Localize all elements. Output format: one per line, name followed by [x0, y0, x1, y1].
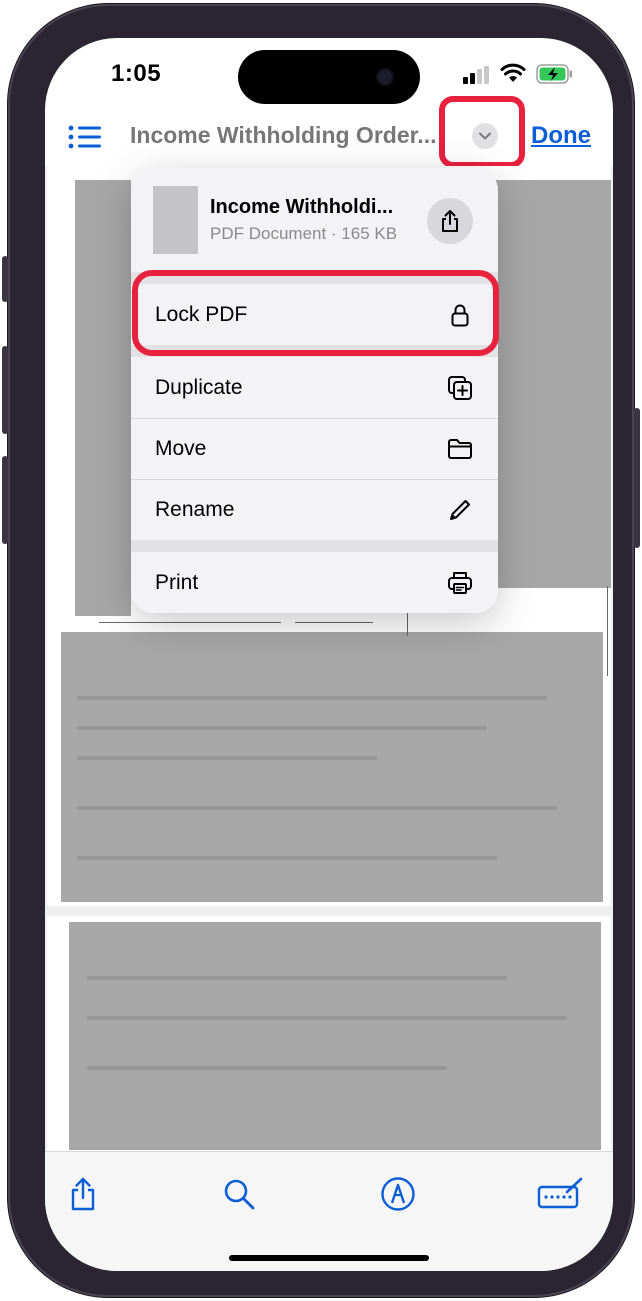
document-thumbnail — [153, 186, 198, 254]
power-button — [634, 408, 640, 548]
search-icon — [224, 1179, 255, 1210]
volume-down-button — [2, 456, 8, 544]
menu-item-label: Duplicate — [155, 375, 243, 399]
menu-item-rename[interactable]: Rename — [131, 479, 498, 540]
search-button[interactable] — [215, 1170, 263, 1218]
file-name: Income Withholdi... — [210, 196, 394, 218]
camera-icon — [378, 70, 392, 84]
chevron-highlight — [439, 96, 525, 168]
dynamic-island — [238, 50, 420, 104]
status-time: 1:05 — [111, 60, 162, 87]
markup-button[interactable] — [374, 1170, 422, 1218]
printer-icon — [448, 571, 472, 594]
blurred-region — [493, 180, 611, 588]
menu-item-label: Rename — [155, 498, 235, 521]
blurred-region — [75, 180, 131, 616]
document-page — [47, 916, 611, 1151]
home-indicator — [229, 1255, 429, 1261]
keyboard-signature-icon — [537, 1177, 583, 1209]
file-meta: PDF Document · 165 KB — [210, 224, 398, 243]
cellular-signal-icon — [463, 66, 491, 84]
share-icon — [71, 1177, 95, 1211]
menu-item-print[interactable]: Print — [131, 552, 498, 613]
duplicate-icon — [448, 375, 472, 400]
markup-icon — [381, 1177, 415, 1211]
document-menu: Income Withholdi... PDF Document · 165 K… — [131, 168, 498, 613]
menu-header: Income Withholdi... PDF Document · 165 K… — [131, 168, 498, 272]
action-button — [2, 256, 8, 302]
list-icon[interactable] — [67, 122, 103, 152]
document-title[interactable]: Income Withholding Order... — [130, 122, 470, 149]
screen: 1:05 Income Withholding Order... Done In… — [45, 38, 613, 1271]
bottom-toolbar — [45, 1151, 613, 1271]
menu-item-label: Move — [155, 437, 207, 460]
menu-item-label: Print — [155, 570, 199, 594]
lock-pdf-highlight — [132, 270, 499, 356]
share-icon — [442, 210, 458, 232]
volume-up-button — [2, 346, 8, 434]
wifi-icon — [500, 63, 526, 82]
pencil-icon — [450, 500, 470, 520]
signature-keyboard-button[interactable] — [537, 1170, 585, 1218]
share-toolbar-button[interactable] — [59, 1170, 107, 1218]
share-button[interactable] — [427, 198, 473, 244]
folder-icon — [448, 439, 472, 459]
blurred-region — [61, 632, 603, 902]
menu-item-duplicate[interactable]: Duplicate — [131, 357, 498, 418]
done-button[interactable]: Done — [531, 122, 591, 150]
blurred-region — [69, 922, 601, 1150]
menu-item-move[interactable]: Move — [131, 418, 498, 479]
phone-frame: 1:05 Income Withholding Order... Done In… — [2, 4, 640, 1297]
battery-charging-icon — [536, 64, 572, 84]
